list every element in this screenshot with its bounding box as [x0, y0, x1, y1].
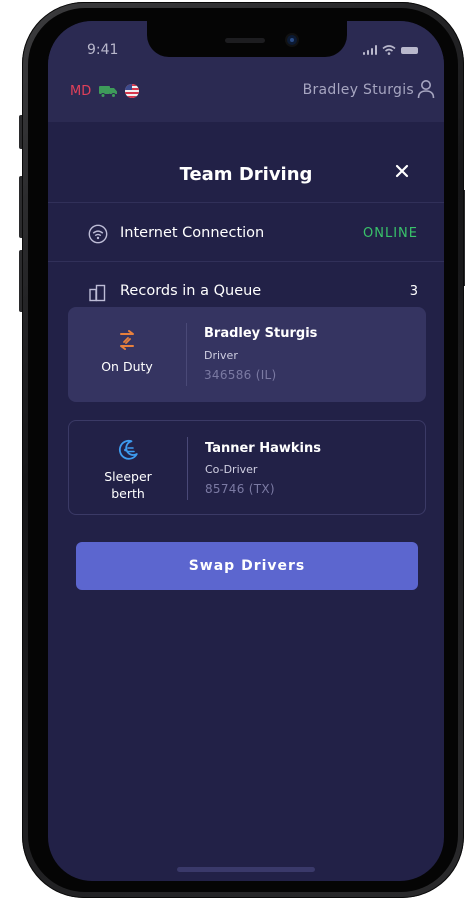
- close-icon[interactable]: [391, 160, 413, 182]
- duty-status-label: On Duty: [101, 359, 153, 374]
- duty-status-label: Sleeper berth: [104, 469, 152, 501]
- driver-role: Co-Driver: [205, 463, 258, 476]
- driver-name: Tanner Hawkins: [205, 441, 321, 456]
- card-separator: [187, 437, 188, 500]
- driver-card-active[interactable]: On Duty Bradley Sturgis Driver 346586 (I…: [68, 307, 426, 402]
- card-separator: [186, 323, 187, 386]
- battery-icon: [401, 46, 418, 54]
- truck-icon[interactable]: [99, 85, 118, 98]
- home-indicator[interactable]: [177, 867, 315, 872]
- wifi-icon: [88, 224, 108, 244]
- us-flag-icon[interactable]: [124, 83, 140, 99]
- divider: [48, 261, 444, 262]
- driver-card-inactive[interactable]: Sleeper berth Tanner Hawkins Co-Driver 8…: [68, 420, 426, 515]
- notch: [147, 21, 347, 57]
- status-indicators: [362, 45, 418, 55]
- sleeper-berth-icon: [118, 439, 138, 460]
- duty-status-code: MD: [70, 84, 92, 99]
- internet-connection-label: Internet Connection: [120, 225, 265, 241]
- driver-name: Bradley Sturgis: [204, 326, 318, 341]
- signal-icon: [362, 45, 377, 55]
- on-duty-icon: [120, 330, 134, 350]
- driver-license: 85746 (TX): [205, 482, 275, 496]
- wifi-status-icon: [382, 45, 396, 55]
- driver-role: Driver: [204, 349, 238, 362]
- user-icon[interactable]: [417, 79, 435, 99]
- records-queue-count: 3: [409, 284, 418, 299]
- records-icon: [89, 284, 106, 302]
- status-time: 9:41: [87, 42, 119, 58]
- records-queue-label: Records in a Queue: [120, 283, 262, 299]
- driver-license: 346586 (IL): [204, 368, 277, 382]
- connection-status: ONLINE: [363, 226, 418, 241]
- header-user-name[interactable]: Bradley Sturgis: [303, 82, 414, 98]
- divider: [48, 202, 444, 203]
- speaker-grille: [225, 38, 265, 43]
- app-screen: 9:41 MD Bradley Sturgis Team Driving Int…: [48, 21, 444, 881]
- swap-drivers-button[interactable]: Swap Drivers: [76, 542, 418, 590]
- modal-title: Team Driving: [179, 164, 313, 185]
- front-camera: [287, 35, 297, 45]
